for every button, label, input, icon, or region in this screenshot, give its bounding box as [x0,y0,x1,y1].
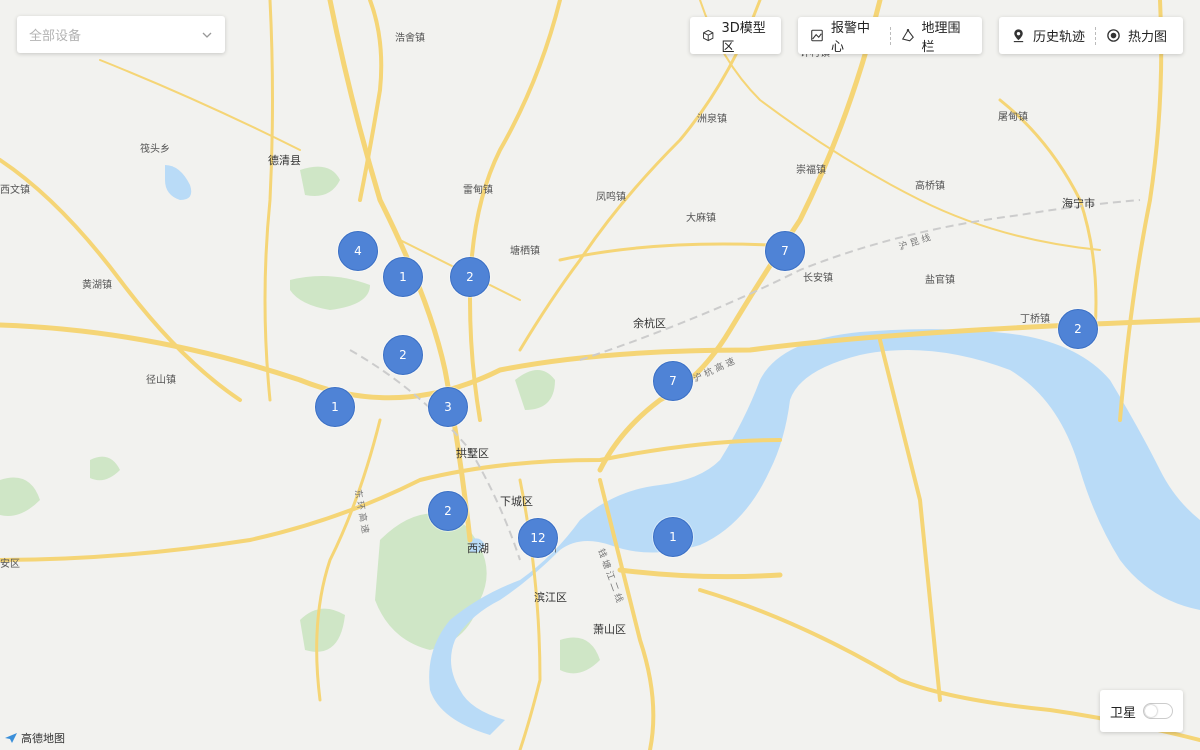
place-deqing: 德清县 [268,153,301,167]
heatmap-label: 热力图 [1128,30,1168,45]
alarm-center-label: 报警中心 [830,20,870,55]
cluster-marker[interactable]: 12 [518,518,558,558]
amap-logo-icon [5,733,17,743]
toolbar-group-history: 历史轨迹 热力图 [999,17,1183,54]
toolbar-group-3d: 3D模型区 [690,17,781,55]
amap-logo: 高德地图 [4,730,65,746]
cluster-marker[interactable]: 4 [338,231,378,271]
cube-icon [703,29,714,42]
place-yuhang: 余杭区 [633,316,666,330]
satellite-label: 卫星 [1110,705,1137,721]
fence-icon [901,29,914,42]
place-jingshan: 径山镇 [146,373,176,386]
alarm-center-button[interactable]: 报警中心 [810,17,880,55]
cluster-marker[interactable]: 2 [1058,309,1098,349]
place-changan: 长安镇 [803,271,833,284]
place-haining: 海宁市 [1062,196,1095,210]
model-3d-button[interactable]: 3D模型区 [702,17,769,55]
place-yanguan: 盐官镇 [925,273,955,286]
satellite-toggle[interactable] [1143,703,1173,719]
place-xihu: 西湖 [467,542,489,555]
place-anji: 安区 [0,557,20,570]
cluster-marker[interactable]: 2 [450,257,490,297]
chevron-down-icon [202,32,212,38]
place-chongfu: 崇福镇 [796,163,826,176]
cluster-marker[interactable]: 2 [428,491,468,531]
model-3d-label: 3D模型区 [721,20,766,55]
cluster-marker[interactable]: 3 [428,387,468,427]
history-track-label: 历史轨迹 [1033,30,1086,45]
geofence-label: 地理围栏 [921,20,961,55]
place-xiaoshan: 萧山区 [593,623,626,636]
place-jiasheng: 浩舍镇 [395,31,425,44]
alarm-image-icon [811,29,823,42]
cluster-marker[interactable]: 7 [765,231,805,271]
place-leidian: 雷甸镇 [463,183,493,196]
place-yunqiao: 塘栖镇 [510,244,540,257]
place-binjiang: 滨江区 [534,590,567,604]
place-xiacheng: 下城区 [500,495,533,508]
place-wuxi: 西文镇 [0,183,30,196]
place-dama: 大麻镇 [686,211,716,224]
place-dingqiao: 丁桥镇 [1020,312,1050,325]
place-gongshu: 拱墅区 [456,446,489,460]
place-gaoqiao: 高桥镇 [915,179,945,192]
map-canvas[interactable]: 德清县 海宁市 余杭区 拱墅区 下城区 西湖 滨江区 萧山区 杭州 浩舍镇 筏头… [0,0,1200,750]
place-xiashi: 屠甸镇 [998,110,1028,123]
geofence-button[interactable]: 地理围栏 [901,17,971,55]
place-zhouquan: 洲泉镇 [697,112,727,125]
location-pin-icon [1013,29,1024,43]
place-huangu: 黄湖镇 [82,278,112,291]
device-select-placeholder: 全部设备 [29,29,82,44]
cluster-marker[interactable]: 7 [653,361,693,401]
place-wutou: 筏头乡 [140,142,170,155]
cluster-marker[interactable]: 2 [383,335,423,375]
target-icon [1107,29,1120,42]
divider [1095,26,1097,45]
toolbar-group-alarm: 报警中心 地理围栏 [798,17,982,55]
cluster-marker[interactable]: 1 [315,387,355,427]
cluster-marker[interactable]: 1 [653,517,693,557]
heatmap-button[interactable]: 热力图 [1106,17,1167,54]
divider [889,26,891,45]
amap-logo-text: 高德地图 [21,732,65,745]
cluster-marker[interactable]: 1 [383,257,423,297]
device-select[interactable]: 全部设备 [17,16,225,53]
satellite-panel: 卫星 [1100,690,1183,732]
history-track-button[interactable]: 历史轨迹 [1011,17,1085,54]
place-fengming: 凤鸣镇 [596,190,626,203]
